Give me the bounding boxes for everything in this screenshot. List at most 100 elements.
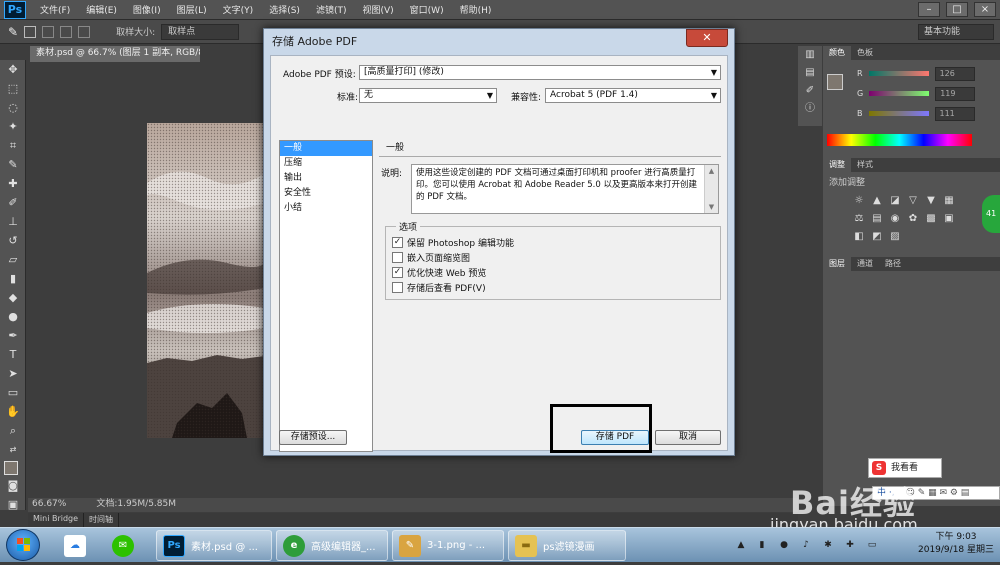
channel-mixer-icon[interactable]: ✿: [907, 213, 919, 225]
hue-sat-icon[interactable]: ▦: [943, 195, 955, 207]
options-icon-2[interactable]: [42, 25, 55, 38]
eraser-tool-icon[interactable]: ▱: [3, 251, 23, 269]
option-embed-thumbnails[interactable]: 嵌入页面缩览图: [392, 251, 470, 264]
menu-item[interactable]: 文字(Y): [215, 3, 262, 16]
start-button[interactable]: [6, 529, 40, 561]
tab-mini-bridge[interactable]: Mini Bridge: [28, 513, 85, 527]
checkbox-unchecked[interactable]: [392, 252, 403, 263]
levels-icon[interactable]: ▲: [871, 195, 883, 207]
menu-item[interactable]: 编辑(E): [78, 3, 125, 16]
category-summary[interactable]: 小结: [280, 201, 372, 216]
black-white-icon[interactable]: ▤: [871, 213, 883, 225]
crop-tool-icon[interactable]: ⌗: [3, 137, 23, 155]
tray-arrow-icon[interactable]: ▲: [735, 539, 747, 551]
shape-tool-icon[interactable]: ▭: [3, 384, 23, 402]
minimize-button[interactable]: –: [918, 2, 940, 17]
curves-icon[interactable]: ◪: [889, 195, 901, 207]
r-value[interactable]: 126: [934, 66, 975, 81]
g-slider[interactable]: [869, 91, 930, 96]
threshold-icon[interactable]: ◩: [871, 231, 883, 243]
wechat-app[interactable]: ✉: [106, 530, 146, 561]
healing-tool-icon[interactable]: ✚: [3, 175, 23, 193]
bluetooth-icon[interactable]: ✱: [822, 539, 834, 551]
option-fast-web-view[interactable]: ✓ 优化快速 Web 预览: [392, 266, 486, 279]
maximize-button[interactable]: □: [946, 2, 968, 17]
compat-select[interactable]: Acrobat 5 (PDF 1.4) ▼: [545, 88, 721, 103]
canvas-image[interactable]: [147, 123, 265, 438]
path-select-tool-icon[interactable]: ➤: [3, 365, 23, 383]
zoom-tool-icon[interactable]: ⌕: [3, 422, 23, 440]
gradient-tool-icon[interactable]: ▮: [3, 270, 23, 288]
checkbox-checked[interactable]: ✓: [392, 267, 403, 278]
menu-item[interactable]: 图层(L): [169, 3, 215, 16]
stamp-tool-icon[interactable]: ⊥: [3, 213, 23, 231]
tab-layers[interactable]: 图层: [823, 257, 851, 271]
dodge-tool-icon[interactable]: ●: [3, 308, 23, 326]
tab-channels[interactable]: 通道: [851, 257, 879, 271]
brightness-icon[interactable]: ☼: [853, 195, 865, 207]
options-icon-4[interactable]: [78, 25, 91, 38]
taskbar-app-editor[interactable]: e 高级编辑器_...: [276, 530, 388, 561]
brush-tool-icon[interactable]: ✐: [3, 194, 23, 212]
eyedropper-icon[interactable]: ✎: [8, 25, 18, 39]
exposure-icon[interactable]: ▽: [907, 195, 919, 207]
standard-select[interactable]: 无 ▼: [359, 88, 497, 103]
checkbox-checked[interactable]: ✓: [392, 237, 403, 248]
menu-item[interactable]: 滤镜(T): [308, 3, 355, 16]
options-icon-3[interactable]: [60, 25, 73, 38]
options-icon-1[interactable]: [24, 25, 37, 38]
gradient-map-icon[interactable]: ▨: [889, 231, 901, 243]
quick-mask-icon[interactable]: ◙: [3, 477, 23, 495]
hand-tool-icon[interactable]: ✋: [3, 403, 23, 421]
brush-panel-icon[interactable]: ✐: [798, 82, 822, 100]
photo-filter-icon[interactable]: ◉: [889, 213, 901, 225]
vibrance-icon[interactable]: ▼: [925, 195, 937, 207]
tab-timeline[interactable]: 时间轴: [84, 513, 120, 527]
pen-tool-icon[interactable]: ✒: [3, 327, 23, 345]
category-general[interactable]: 一般: [280, 141, 372, 156]
menu-item[interactable]: 文件(F): [32, 3, 78, 16]
lasso-tool-icon[interactable]: ◌: [3, 99, 23, 117]
invert-icon[interactable]: ▣: [943, 213, 955, 225]
tab-styles[interactable]: 样式: [851, 158, 879, 172]
network-icon[interactable]: ▮: [756, 539, 768, 551]
color-balance-icon[interactable]: ⚖: [853, 213, 865, 225]
floating-badge[interactable]: 41: [982, 195, 1000, 233]
description-scrollbar[interactable]: ▲ ▼: [704, 165, 718, 213]
volume-icon[interactable]: ♪: [800, 539, 812, 551]
taskbar-app-photoshop[interactable]: Ps 素材.psd @ ...: [156, 530, 272, 561]
dialog-close-button[interactable]: ✕: [686, 29, 728, 47]
close-window-button[interactable]: ×: [974, 2, 996, 17]
search-float[interactable]: S 我看看: [868, 458, 942, 478]
monitor-icon[interactable]: ▭: [866, 539, 878, 551]
category-security[interactable]: 安全性: [280, 186, 372, 201]
swap-colors-icon[interactable]: ⇄: [3, 441, 23, 459]
security-icon[interactable]: ✚: [844, 539, 856, 551]
option-view-after-save[interactable]: 存储后查看 PDF(V): [392, 281, 486, 294]
system-clock[interactable]: 下午 9:03 2019/9/18 星期三: [918, 531, 994, 557]
type-tool-icon[interactable]: T: [3, 346, 23, 364]
posterize-icon[interactable]: ◧: [853, 231, 865, 243]
sample-size-select[interactable]: 取样点: [161, 23, 240, 40]
tab-adjustments[interactable]: 调整: [823, 158, 851, 172]
b-value[interactable]: 111: [934, 106, 975, 121]
cancel-button[interactable]: 取消: [655, 430, 721, 445]
save-preset-button[interactable]: 存储预设...: [279, 430, 347, 445]
antivirus-icon[interactable]: ●: [778, 539, 790, 551]
foreground-color-swatch[interactable]: [4, 461, 18, 475]
menu-item[interactable]: 帮助(H): [452, 3, 500, 16]
taskbar-app-image[interactable]: ✎ 3-1.png - ...: [392, 530, 504, 561]
properties-panel-icon[interactable]: ▤: [798, 64, 822, 82]
document-tab[interactable]: 素材.psd @ 66.7% (图层 1 副本, RGB/8#): [30, 46, 200, 62]
move-tool-icon[interactable]: ✥: [3, 61, 23, 79]
tab-swatches[interactable]: 色板: [851, 46, 879, 60]
marquee-tool-icon[interactable]: ⬚: [3, 80, 23, 98]
history-brush-icon[interactable]: ↺: [3, 232, 23, 250]
checkbox-unchecked[interactable]: [392, 282, 403, 293]
category-compression[interactable]: 压缩: [280, 156, 372, 171]
color-lookup-icon[interactable]: ▩: [925, 213, 937, 225]
g-value[interactable]: 119: [935, 86, 976, 101]
tab-paths[interactable]: 路径: [879, 257, 907, 271]
color-spectrum-bar[interactable]: [827, 134, 972, 146]
info-panel-icon[interactable]: ⓘ: [798, 100, 822, 118]
